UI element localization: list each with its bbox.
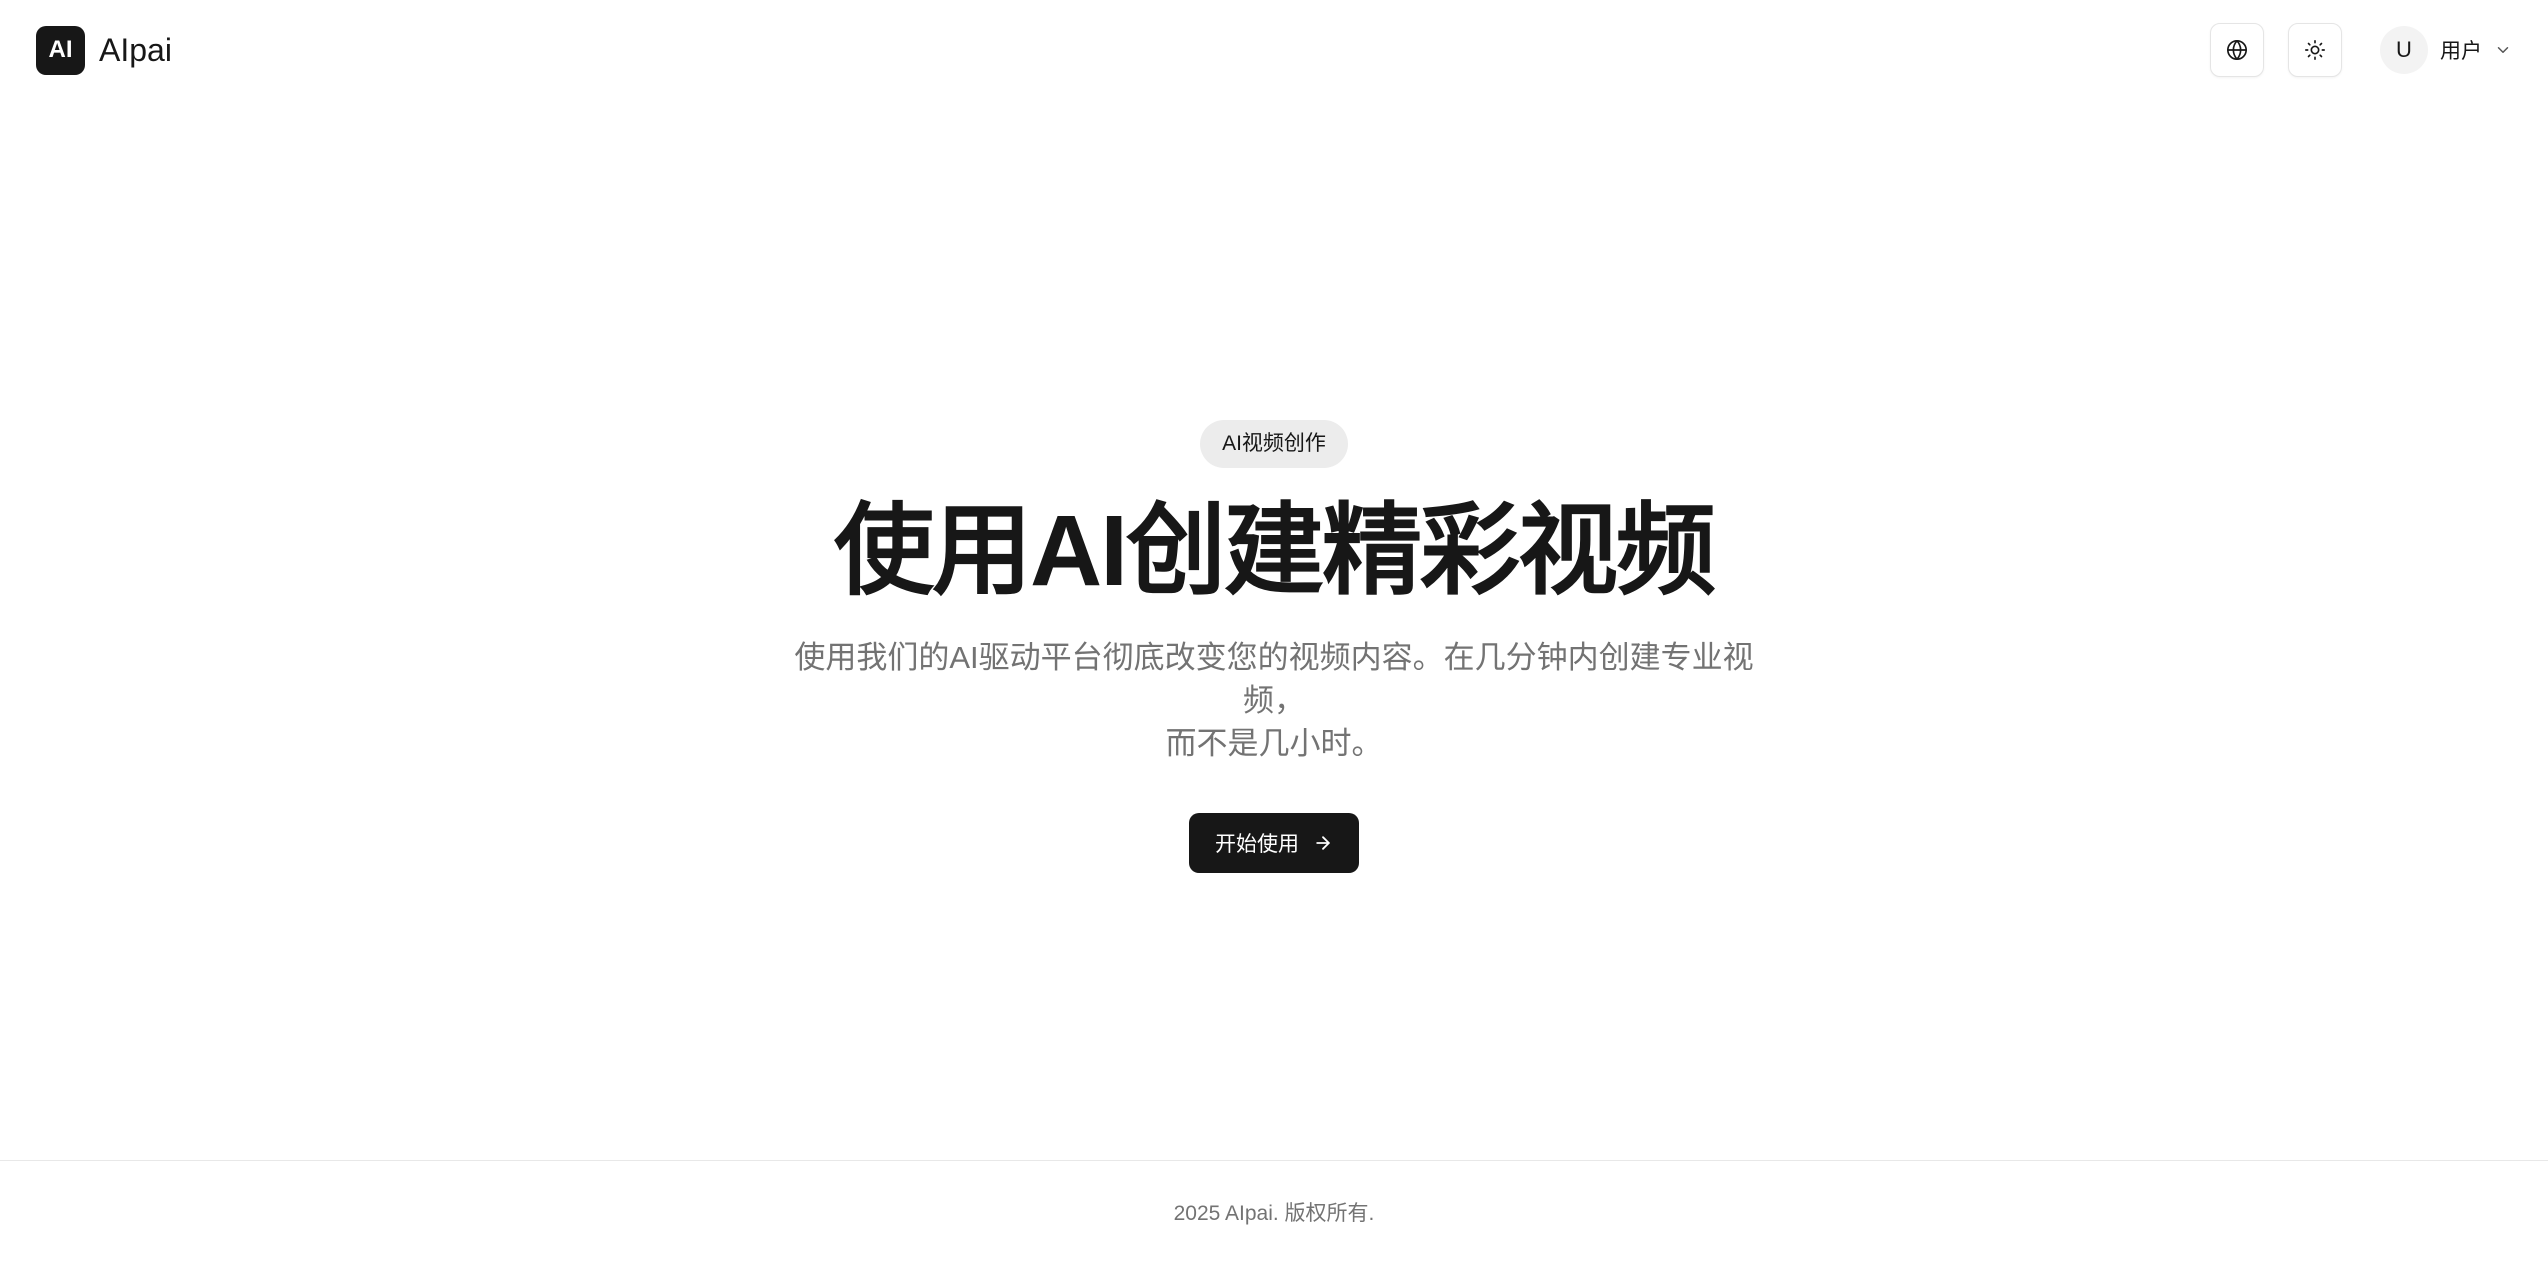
brand-name: AIpai [99,31,172,68]
theme-toggle-button[interactable] [2288,23,2342,77]
hero-section: AI视频创作 使用AI创建精彩视频 使用我们的AI驱动平台彻底改变您的视频内容。… [0,420,2548,873]
hero-subtitle: 使用我们的AI驱动平台彻底改变您的视频内容。在几分钟内创建专业视频， 而不是几小… [774,636,1774,765]
get-started-label: 开始使用 [1215,833,1299,856]
chevron-down-icon [2494,41,2512,59]
hero-badge: AI视频创作 [1200,420,1348,468]
arrow-right-icon [1316,836,1330,850]
brand-link[interactable]: AI AIpai [36,25,172,75]
footer: 2025 AIpai. 版权所有. [0,1160,2548,1263]
get-started-button[interactable]: 开始使用 [1189,813,1359,873]
user-name: 用户 [2440,40,2482,63]
sun-icon [2305,40,2325,60]
avatar: U [2380,26,2428,74]
hero-subtitle-line-2: 而不是几小时。 [1165,726,1383,761]
header-actions: U 用户 [2210,23,2512,77]
globe-icon [2227,40,2247,60]
copyright-text: 2025 AIpai. 版权所有. [1173,1202,1375,1225]
page: AI AIpai U 用户 AI视频创作 使用AI创建精彩视频 使用我们的AI驱… [0,0,2548,1263]
language-button[interactable] [2210,23,2264,77]
user-menu[interactable]: U 用户 [2380,26,2512,74]
brand-logo: AI [36,25,85,75]
hero-title: 使用AI创建精彩视频 [834,495,1716,607]
hero-subtitle-line-1: 使用我们的AI驱动平台彻底改变您的视频内容。在几分钟内创建专业视频， [794,640,1754,718]
top-header: AI AIpai U 用户 [0,0,2548,100]
